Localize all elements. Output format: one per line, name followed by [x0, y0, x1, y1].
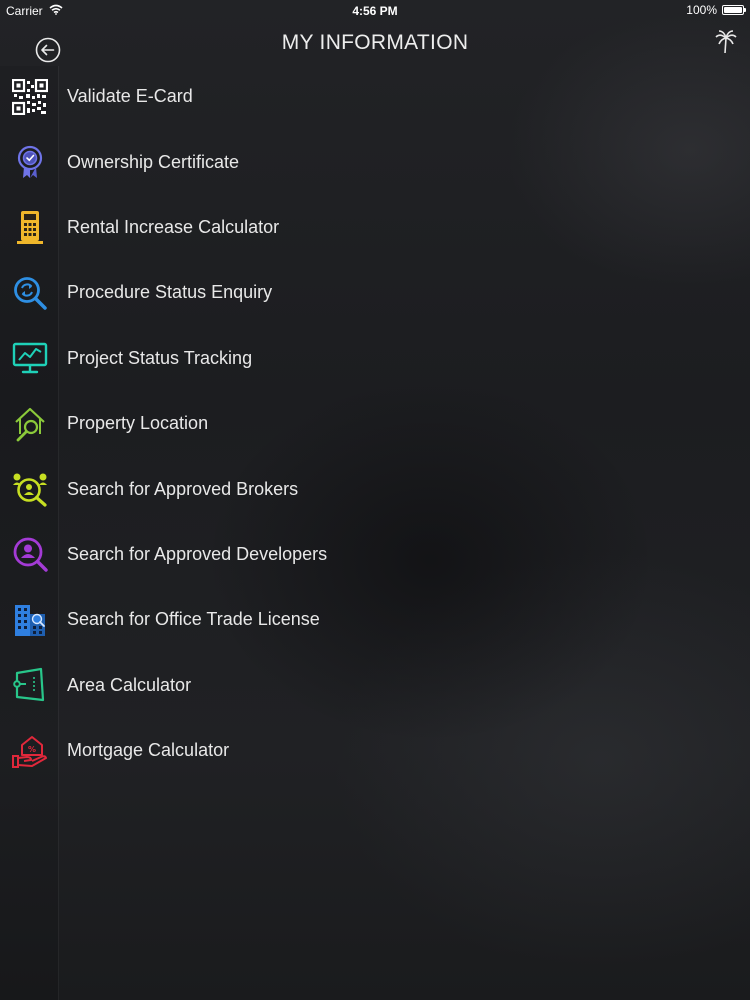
menu-item-label: Project Status Tracking	[67, 347, 253, 368]
menu-item-label: Validate E-Card	[67, 86, 193, 107]
palm-tree-button[interactable]	[714, 29, 738, 55]
information-menu: Validate E-Card Ownership Certificate Re…	[0, 64, 750, 783]
page-title: MY INFORMATION	[281, 31, 469, 54]
battery-fill	[724, 7, 742, 13]
menu-item-rental-increase-calculator[interactable]: Rental Increase Calculator	[0, 195, 750, 260]
qr-code-icon	[12, 78, 48, 115]
menu-item-search-office-trade-license[interactable]: Search for Office Trade License	[0, 587, 750, 652]
menu-item-label: Search for Approved Brokers	[67, 478, 299, 499]
search-refresh-icon	[12, 275, 48, 311]
office-building-icon	[12, 602, 48, 638]
developer-search-icon	[12, 536, 48, 573]
menu-item-area-calculator[interactable]: Area Calculator	[0, 653, 750, 718]
battery-icon	[722, 5, 746, 15]
menu-item-label: Area Calculator	[67, 674, 192, 695]
clock: 4:56 PM	[352, 4, 398, 18]
menu-item-label: Mortgage Calculator	[67, 740, 230, 761]
status-bar: Carrier 4:56 PM 100%	[0, 0, 750, 22]
menu-item-label: Ownership Certificate	[67, 151, 240, 172]
battery-percent: 100%	[686, 3, 717, 17]
menu-item-mortgage-calculator[interactable]: % Mortgage Calculator	[0, 718, 750, 783]
palm-tree-icon	[715, 30, 737, 54]
menu-item-validate-e-card[interactable]: Validate E-Card	[0, 64, 750, 129]
menu-item-label: Rental Increase Calculator	[67, 216, 280, 237]
house-search-icon	[12, 406, 48, 442]
menu-item-label: Search for Approved Developers	[67, 543, 328, 564]
menu-item-label: Property Location	[67, 413, 209, 434]
monitor-chart-icon	[12, 340, 48, 376]
menu-item-ownership-certificate[interactable]: Ownership Certificate	[0, 129, 750, 194]
area-plan-icon	[12, 667, 48, 703]
svg-text:%: %	[28, 745, 36, 754]
menu-item-label: Procedure Status Enquiry	[67, 282, 273, 303]
navigation-bar: MY INFORMATION	[0, 22, 750, 66]
battery-group: 100%	[686, 3, 746, 17]
mortgage-hand-icon: %	[12, 733, 48, 769]
calculator-icon	[12, 209, 48, 245]
menu-item-project-status-tracking[interactable]: Project Status Tracking	[0, 326, 750, 391]
menu-item-procedure-status-enquiry[interactable]: Procedure Status Enquiry	[0, 260, 750, 325]
certificate-badge-icon	[12, 144, 48, 180]
menu-item-search-approved-brokers[interactable]: Search for Approved Brokers	[0, 456, 750, 521]
menu-item-property-location[interactable]: Property Location	[0, 391, 750, 456]
broker-search-icon	[12, 471, 48, 507]
menu-item-search-approved-developers[interactable]: Search for Approved Developers	[0, 522, 750, 587]
menu-item-label: Search for Office Trade License	[67, 609, 320, 630]
